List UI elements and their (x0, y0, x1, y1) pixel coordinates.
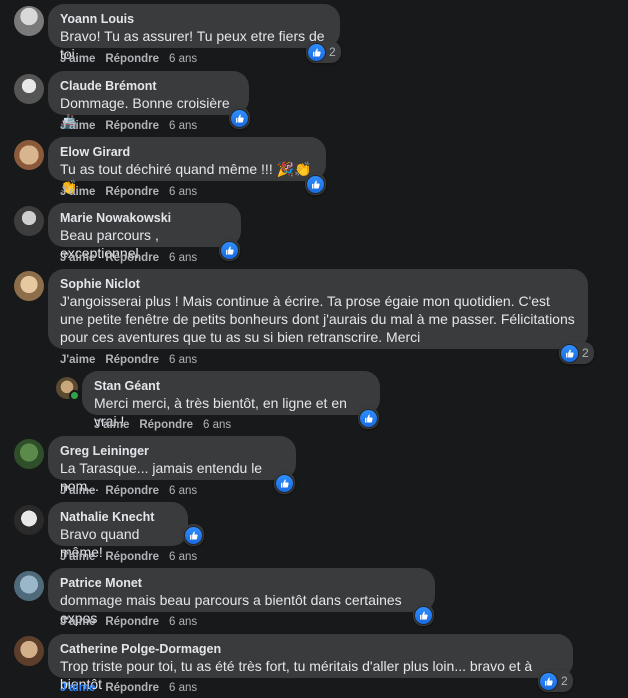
like-link[interactable]: J'aime (60, 186, 95, 198)
comment-author[interactable]: Greg Leininger (60, 443, 284, 459)
thumbs-up-icon (275, 473, 294, 493)
reply-link[interactable]: Répondre (105, 354, 159, 366)
comment-actions: J'aime Répondre 6 ans (60, 52, 207, 66)
online-status-indicator (69, 390, 80, 401)
comment-actions: J'aime Répondre 6 ans (60, 185, 207, 199)
comment-author[interactable]: Yoann Louis (60, 11, 328, 27)
reaction-summary[interactable] (183, 524, 204, 546)
reaction-summary[interactable] (305, 173, 326, 195)
reaction-count: 2 (561, 674, 568, 688)
reaction-summary[interactable]: 2 (306, 41, 341, 63)
reply-link[interactable]: Répondre (105, 551, 159, 563)
like-link[interactable]: J'aime (60, 485, 95, 497)
comment-text: J'angoisserai plus ! Mais continue à écr… (60, 293, 575, 345)
comment-actions: J'aime Répondre 6 ans (60, 615, 207, 629)
reply-link[interactable]: Répondre (105, 120, 159, 132)
like-link[interactable]: J'aime (60, 682, 95, 694)
comment-author[interactable]: Elow Girard (60, 144, 314, 160)
reaction-summary[interactable] (274, 472, 295, 494)
reaction-summary[interactable]: 2 (559, 342, 594, 364)
reply-link[interactable]: Répondre (105, 616, 159, 628)
reaction-summary[interactable] (219, 239, 240, 261)
reply-link[interactable]: Répondre (105, 186, 159, 198)
timestamp[interactable]: 6 ans (169, 485, 197, 497)
like-link[interactable]: J'aime (60, 53, 95, 65)
timestamp[interactable]: 6 ans (169, 682, 197, 694)
reply-link[interactable]: Répondre (105, 252, 159, 264)
avatar[interactable] (14, 6, 44, 36)
thumbs-up-icon (560, 343, 579, 363)
comment-actions: J'aime Répondre 6 ans (60, 119, 207, 133)
timestamp[interactable]: 6 ans (169, 186, 197, 198)
comment-bubble: Patrice Monet dommage mais beau parcours… (48, 568, 435, 626)
thumbs-up-icon (414, 605, 433, 625)
avatar[interactable] (14, 271, 44, 301)
thumbs-up-icon (306, 174, 325, 194)
like-link[interactable]: J'aime (94, 419, 129, 431)
reply-link[interactable]: Répondre (105, 682, 159, 694)
comment-author[interactable]: Sophie Niclot (60, 276, 576, 292)
avatar[interactable] (14, 636, 44, 666)
comment-bubble: Claude Brémont Dommage. Bonne croisière … (48, 71, 249, 129)
reply-link[interactable]: Répondre (105, 53, 159, 65)
avatar[interactable] (14, 206, 44, 236)
timestamp[interactable]: 6 ans (169, 551, 197, 563)
timestamp[interactable]: 6 ans (169, 53, 197, 65)
avatar[interactable] (14, 74, 44, 104)
reply-link[interactable]: Répondre (105, 485, 159, 497)
thumbs-up-icon (359, 408, 378, 428)
comment-actions: J'aime Répondre 6 ans (94, 418, 241, 432)
comment-author[interactable]: Catherine Polge-Dormagen (60, 641, 561, 657)
comment-actions: J'aime Répondre 6 ans (60, 681, 207, 695)
comment-bubble: Sophie Niclot J'angoisserai plus ! Mais … (48, 269, 588, 349)
like-link[interactable]: J'aime (60, 252, 95, 264)
comment-author[interactable]: Marie Nowakowski (60, 210, 229, 226)
reaction-summary[interactable]: 2 (538, 670, 573, 692)
comment-bubble: Stan Géant Merci merci, à très bientôt, … (82, 371, 380, 429)
comment-author[interactable]: Nathalie Knecht (60, 509, 176, 525)
reaction-count: 2 (582, 346, 589, 360)
reaction-count: 2 (329, 45, 336, 59)
comment-actions: J'aime Répondre 6 ans (60, 550, 207, 564)
comment-bubble: Nathalie Knecht Bravo quand même! (48, 502, 188, 560)
comment-bubble: Greg Leininger La Tarasque... jamais ent… (48, 436, 296, 494)
comment-actions: J'aime Répondre 6 ans (60, 353, 207, 367)
comment-author[interactable]: Patrice Monet (60, 575, 423, 591)
avatar[interactable] (14, 571, 44, 601)
comment-bubble: Yoann Louis Bravo! Tu as assurer! Tu peu… (48, 4, 340, 62)
reaction-summary[interactable] (413, 604, 434, 626)
like-link[interactable]: J'aime (60, 616, 95, 628)
comment-bubble: Catherine Polge-Dormagen Trop triste pou… (48, 634, 573, 692)
reaction-summary[interactable] (229, 107, 250, 129)
like-link[interactable]: J'aime (60, 120, 95, 132)
thumbs-up-icon (230, 108, 249, 128)
comment-author[interactable]: Claude Brémont (60, 78, 237, 94)
thumbs-up-icon (307, 42, 326, 62)
timestamp[interactable]: 6 ans (169, 120, 197, 132)
comment-bubble: Elow Girard Tu as tout déchiré quand mêm… (48, 137, 326, 195)
avatar[interactable] (14, 505, 44, 535)
avatar[interactable] (14, 439, 44, 469)
reaction-summary[interactable] (358, 407, 379, 429)
like-link[interactable]: J'aime (60, 354, 95, 366)
comment-author[interactable]: Stan Géant (94, 378, 368, 394)
avatar[interactable] (14, 140, 44, 170)
timestamp[interactable]: 6 ans (169, 252, 197, 264)
thumbs-up-icon (220, 240, 239, 260)
timestamp[interactable]: 6 ans (169, 616, 197, 628)
thumbs-up-icon (539, 671, 558, 691)
timestamp[interactable]: 6 ans (169, 354, 197, 366)
comment-actions: J'aime Répondre 6 ans (60, 251, 207, 265)
comment-actions: J'aime Répondre 6 ans (60, 484, 207, 498)
comment-bubble: Marie Nowakowski Beau parcours , excepti… (48, 203, 241, 261)
thumbs-up-icon (184, 525, 203, 545)
reply-link[interactable]: Répondre (139, 419, 193, 431)
timestamp[interactable]: 6 ans (203, 419, 231, 431)
like-link[interactable]: J'aime (60, 551, 95, 563)
